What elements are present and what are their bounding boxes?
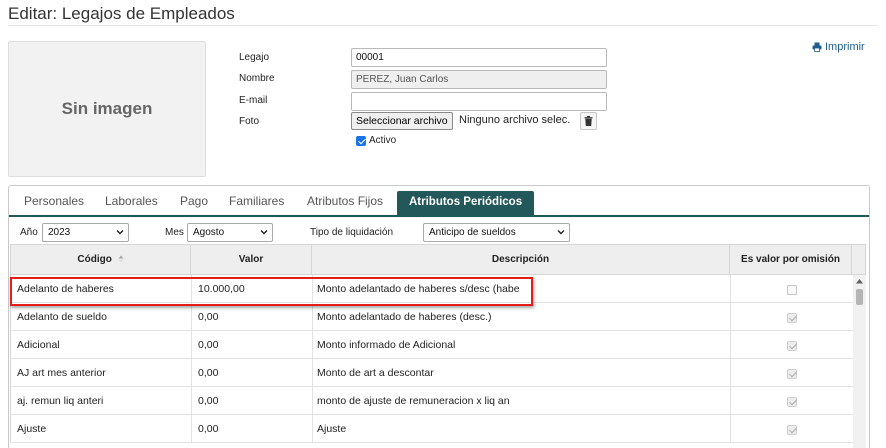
foto-label: Foto <box>239 116 260 127</box>
mes-select-value: Agosto <box>193 227 225 238</box>
tipo-liquidacion-select[interactable]: Anticipo de sueldos <box>423 223 570 242</box>
codigo-header-label: Código <box>77 254 112 265</box>
mes-label: Mes <box>165 227 184 238</box>
tab-personales[interactable]: Personales <box>24 194 84 208</box>
email-label: E-mail <box>239 95 268 106</box>
printer-icon <box>812 42 822 52</box>
es-valor-por-omision-checkbox[interactable] <box>787 397 797 407</box>
nombre-input[interactable] <box>351 70 607 89</box>
cell-descripcion: Monto adelantado de haberes s/desc (habe <box>317 283 520 295</box>
scroll-up-arrow-icon[interactable] <box>853 277 866 287</box>
cell-descripcion: monto de ajuste de remuneracion x liq an <box>317 395 510 407</box>
grid-scrollbar[interactable] <box>853 275 866 448</box>
cell-descripcion: Monto informado de Adicional <box>317 339 456 351</box>
email-input[interactable] <box>351 92 607 111</box>
table-row[interactable]: AJ art mes anterior 0,00 Monto de art a … <box>10 359 853 387</box>
tab-bar: Personales Laborales Pago Familiares Atr… <box>9 186 869 217</box>
es-valor-por-omision-checkbox[interactable] <box>787 425 797 435</box>
es-valor-por-omision-checkbox[interactable] <box>787 369 797 379</box>
tab-laborales[interactable]: Laborales <box>105 194 158 208</box>
tab-familiares[interactable]: Familiares <box>229 194 284 208</box>
mes-select[interactable]: Agosto <box>187 223 273 242</box>
employee-photo-placeholder: Sin imagen <box>8 41 206 177</box>
file-status-text: Ninguno archivo selec. <box>459 114 571 126</box>
cell-valor: 0,00 <box>198 367 219 379</box>
grid-header: Código Valor Descripción Es valor por om… <box>10 244 866 275</box>
table-row[interactable]: Adelanto de sueldo 0,00 Monto adelantado… <box>10 303 853 331</box>
trash-icon <box>584 116 593 126</box>
chevron-down-icon <box>116 230 124 235</box>
table-row[interactable]: Adicional 0,00 Monto informado de Adicio… <box>10 331 853 359</box>
column-header-es-valor-por-omision[interactable]: Es valor por omisión <box>730 245 852 274</box>
cell-valor: 0,00 <box>198 339 219 351</box>
tab-atributos-fijos[interactable]: Atributos Fijos <box>307 194 383 208</box>
table-row[interactable]: aj. remun liq anteri 0,00 monto de ajust… <box>10 387 853 415</box>
activo-label: Activo <box>369 135 397 146</box>
cell-descripcion: Monto de art a descontar <box>317 367 434 379</box>
column-header-descripcion[interactable]: Descripción <box>312 245 730 274</box>
cell-codigo: AJ art mes anterior <box>17 367 106 379</box>
print-label: Imprimir <box>825 41 865 53</box>
cell-codigo: Ajuste <box>17 423 47 435</box>
anio-label: Año <box>20 227 38 238</box>
anio-select-value: 2023 <box>48 227 71 238</box>
tab-atributos-periodicos[interactable]: Atributos Periódicos <box>397 191 535 215</box>
cell-valor: 0,00 <box>198 423 219 435</box>
tab-pago[interactable]: Pago <box>180 194 208 208</box>
activo-checkbox[interactable] <box>356 136 366 146</box>
page-title: Editar: Legajos de Empleados <box>8 4 235 23</box>
select-file-button[interactable]: Seleccionar archivo <box>351 112 453 130</box>
anio-select[interactable]: 2023 <box>42 223 129 242</box>
cell-codigo: Adicional <box>17 339 60 351</box>
es-valor-por-omision-checkbox[interactable] <box>787 285 797 295</box>
cell-valor: 0,00 <box>198 395 219 407</box>
scrollbar-thumb[interactable] <box>856 289 863 305</box>
column-header-valor[interactable]: Valor <box>191 245 312 274</box>
cell-valor: 10.000,00 <box>198 283 245 295</box>
chevron-down-icon <box>557 230 565 235</box>
sort-icon <box>118 255 124 263</box>
legajo-label: Legajo <box>239 52 270 63</box>
photo-placeholder-text: Sin imagen <box>61 99 153 118</box>
chevron-down-icon <box>260 230 268 235</box>
print-link[interactable]: Imprimir <box>812 41 865 53</box>
column-header-codigo[interactable]: Código <box>11 245 191 274</box>
cell-codigo: Adelanto de haberes <box>17 283 114 295</box>
tipo-liquidacion-label: Tipo de liquidación <box>310 227 394 238</box>
nombre-label: Nombre <box>239 73 275 84</box>
tipo-liquidacion-value: Anticipo de sueldos <box>429 227 516 238</box>
cell-descripcion: Ajuste <box>317 423 347 435</box>
title-divider <box>8 25 878 26</box>
delete-photo-button[interactable] <box>580 112 597 130</box>
cell-descripcion: Monto adelantado de haberes (desc.) <box>317 311 492 323</box>
cell-codigo: aj. remun liq anteri <box>17 395 104 407</box>
cell-codigo: Adelanto de sueldo <box>17 311 107 323</box>
legajo-input[interactable] <box>351 48 607 67</box>
es-valor-por-omision-checkbox[interactable] <box>787 341 797 351</box>
table-row[interactable]: Ajuste 0,00 Ajuste <box>10 415 853 443</box>
attributes-grid: Código Valor Descripción Es valor por om… <box>10 244 866 448</box>
es-valor-por-omision-checkbox[interactable] <box>787 313 797 323</box>
cell-valor: 0,00 <box>198 311 219 323</box>
table-row[interactable]: Adelanto de haberes 10.000,00 Monto adel… <box>10 275 853 303</box>
